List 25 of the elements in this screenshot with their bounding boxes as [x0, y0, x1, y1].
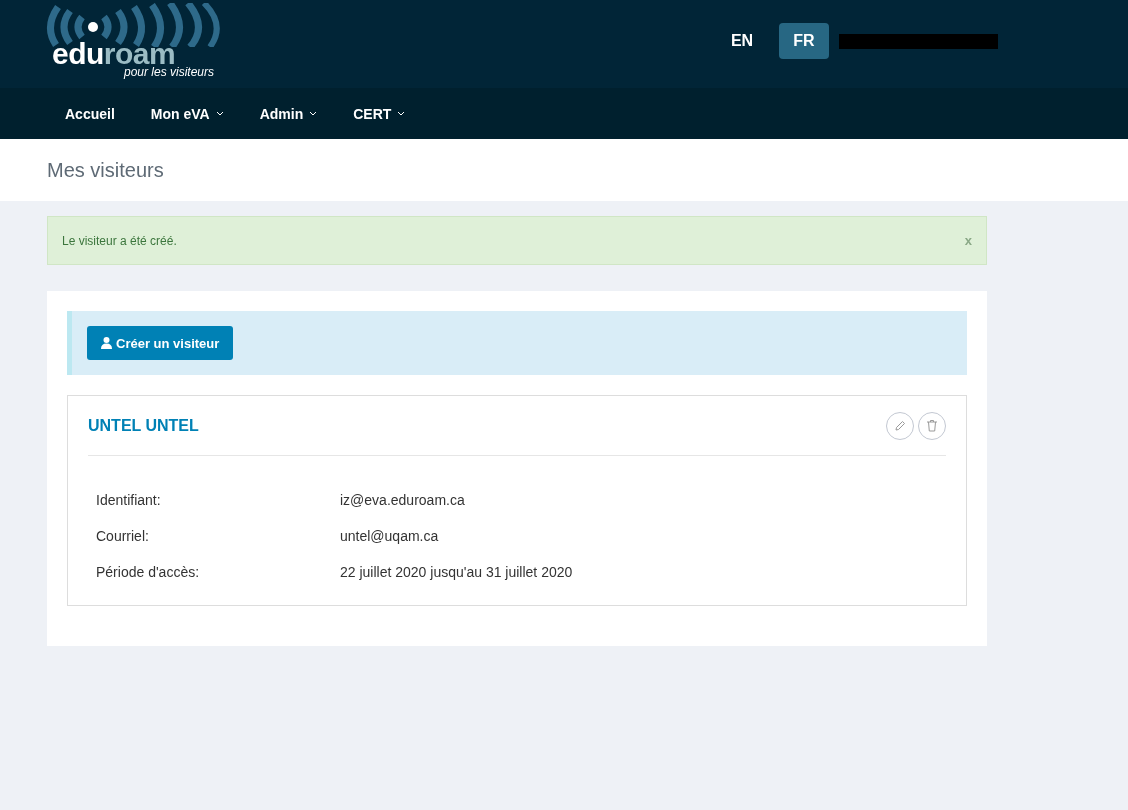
eduroam-logo[interactable]: eduroam pour les visiteurs	[46, 3, 222, 79]
create-visitor-button[interactable]: Créer un visiteur	[87, 326, 234, 360]
delete-button[interactable]	[918, 411, 946, 440]
nav-item[interactable]: CERT	[343, 105, 416, 122]
logo-text: edu	[52, 41, 104, 67]
logo-tagline: pour les visiteurs	[123, 65, 214, 79]
language-button[interactable]: FR	[779, 23, 829, 59]
language-button[interactable]: EN	[717, 23, 767, 59]
field-label: Courriel:	[96, 527, 150, 545]
logo-text: roam	[103, 41, 176, 67]
user-icon	[101, 337, 112, 349]
nav-item[interactable]: Mon eVA	[140, 105, 234, 122]
nav-item[interactable]: Accueil	[55, 105, 125, 122]
field-label: Identifiant:	[96, 491, 162, 509]
page-title: Mes visiteurs	[47, 158, 164, 182]
trash-icon	[926, 419, 938, 432]
pencil-icon	[894, 419, 906, 432]
field-value: iz@eva.eduroam.ca	[340, 491, 466, 509]
field-value: 22 juillet 2020 jusqu'au 31 juillet 2020	[340, 563, 574, 581]
nav-item[interactable]: Admin	[249, 105, 328, 122]
edit-button[interactable]	[886, 411, 914, 440]
alert-message: Le visiteur a été créé.	[62, 233, 177, 248]
visitor-name: UNTEL UNTEL	[88, 416, 199, 435]
field-label: Période d'accès:	[96, 563, 201, 581]
field-value: untel@uqam.ca	[340, 527, 440, 545]
